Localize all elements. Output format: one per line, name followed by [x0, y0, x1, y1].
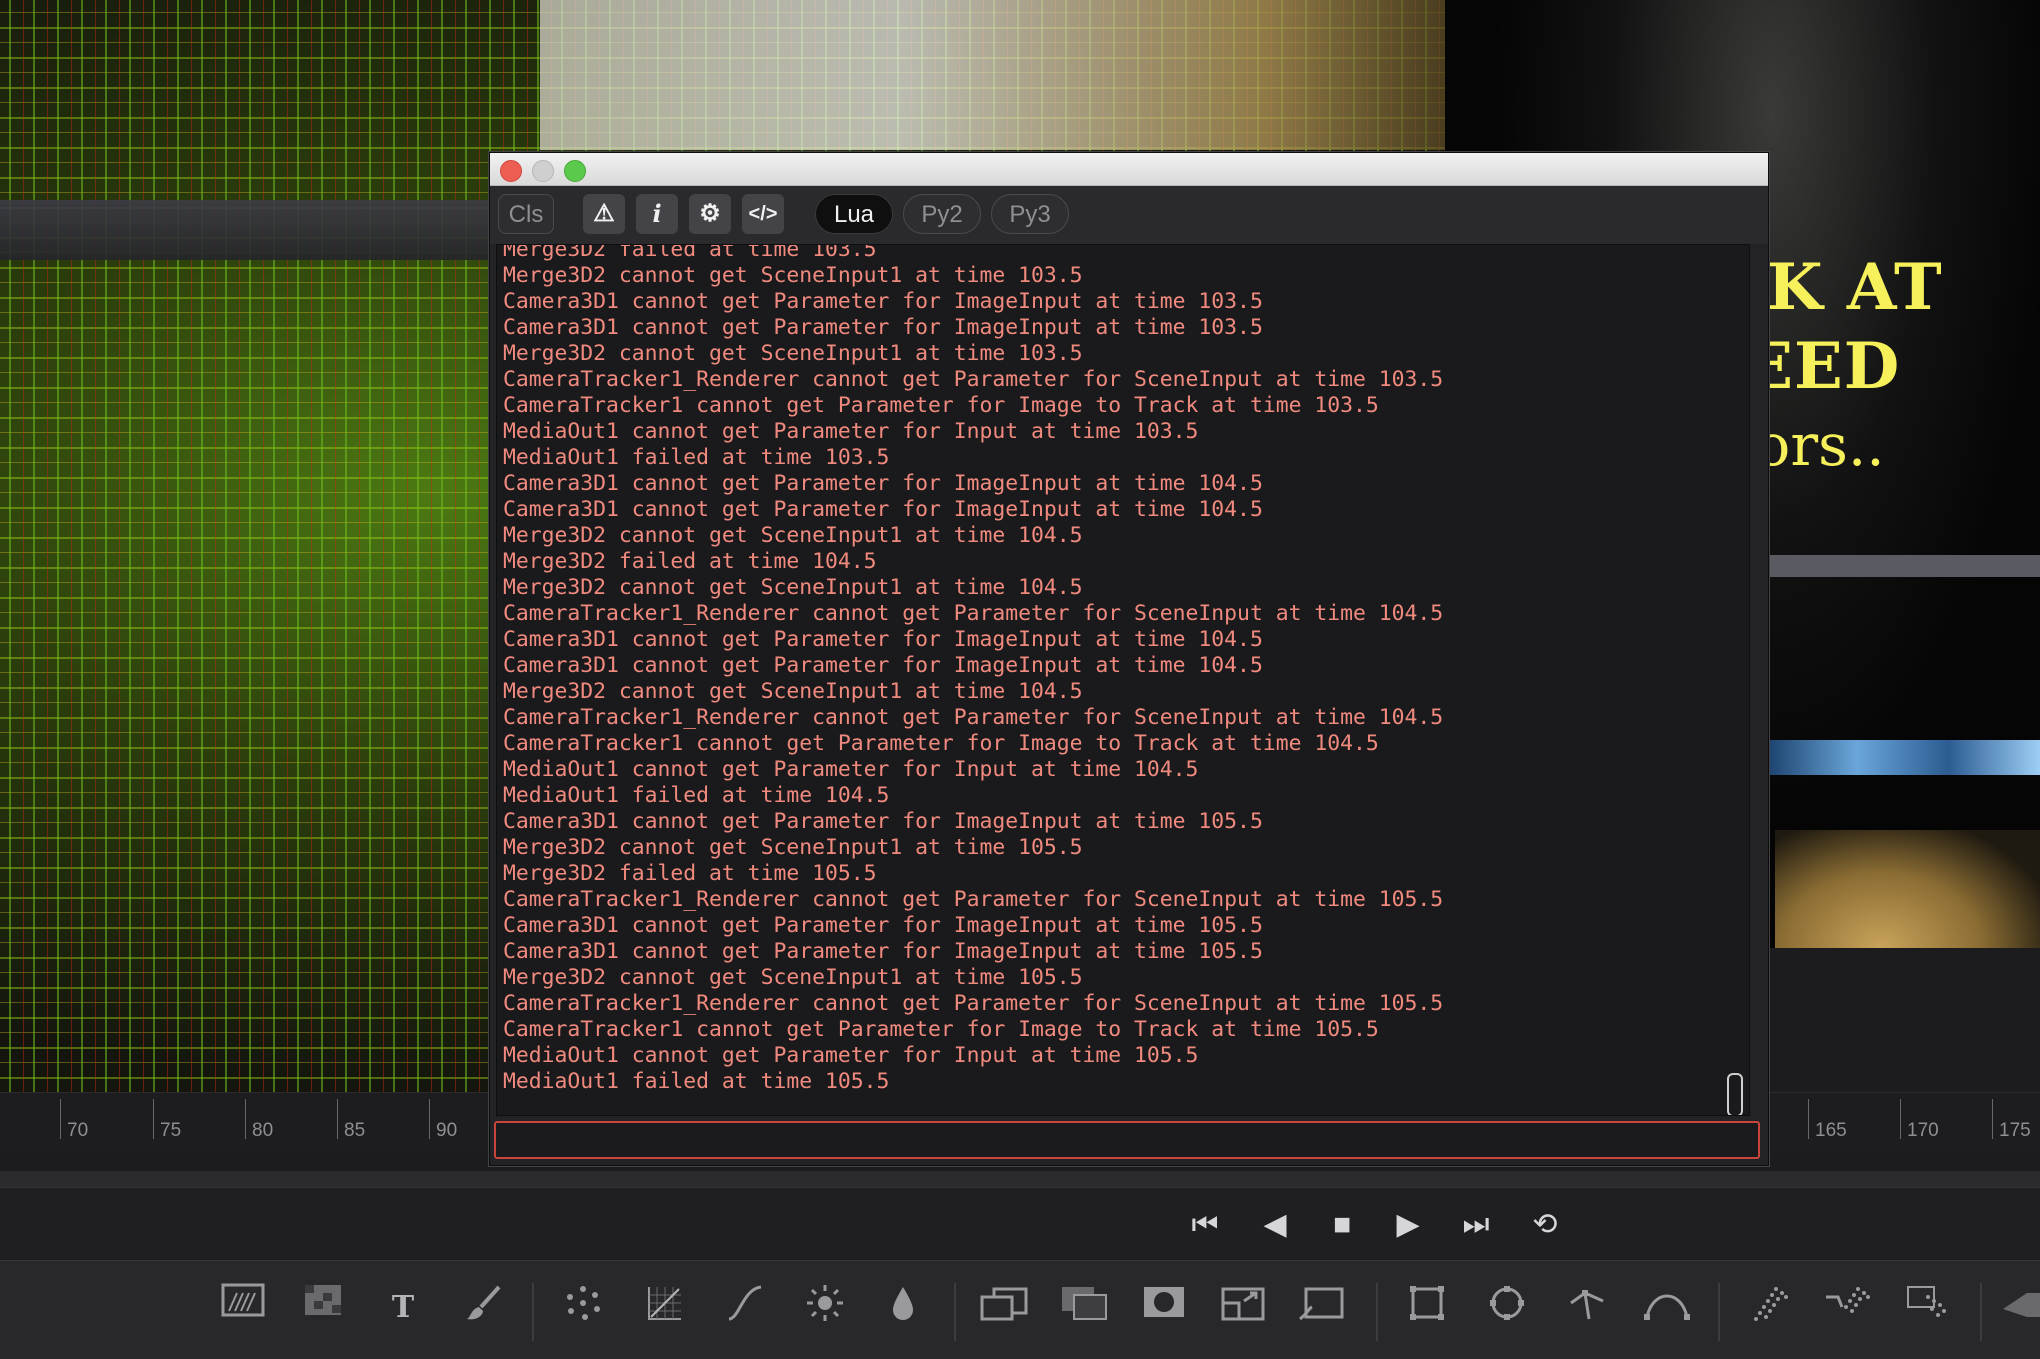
ruler-tick-label: 90 — [429, 1099, 457, 1141]
console-log-line: Camera3D1 cannot get Parameter for Image… — [503, 913, 1263, 938]
console-log-line: Merge3D2 failed at time 104.5 — [503, 549, 877, 574]
background-tool-icon[interactable] — [218, 1283, 268, 1333]
particles-tool-icon[interactable] — [558, 1283, 608, 1333]
merge-tool-icon[interactable] — [978, 1283, 1028, 1333]
color-curves-tool-icon[interactable] — [640, 1283, 690, 1333]
point-cloud-tool-icon[interactable] — [1744, 1283, 1794, 1333]
ruler-tick-label: 170 — [1900, 1099, 1939, 1141]
viewer-left-image-band — [0, 200, 500, 260]
console-log-list: Merge3D2 failed at time 103.5 Merge3D2 ca… — [503, 244, 1444, 1095]
console-log-line: CameraTracker1_Renderer cannot get Param… — [503, 601, 1444, 626]
ruler-tick-label: 70 — [60, 1099, 88, 1141]
step-back-icon[interactable]: ◀ — [1253, 1205, 1297, 1245]
ruler-tick-label: 80 — [245, 1099, 273, 1141]
console-log-line: Camera3D1 cannot get Parameter for Image… — [503, 289, 1263, 314]
viewer-right-image-lights — [1765, 740, 2040, 775]
timeline-scrollbar[interactable] — [0, 1171, 2040, 1187]
script-icon[interactable]: </> — [742, 194, 784, 234]
transport-bar: ⏮ ◀ ■ ▶ ⏭ ⟲ — [0, 1187, 2040, 1260]
console-log-line: CameraTracker1 cannot get Parameter for … — [503, 1017, 1379, 1042]
console-input-field[interactable] — [494, 1121, 1760, 1159]
console-log-line: CameraTracker1_Renderer cannot get Param… — [503, 367, 1444, 392]
go-to-end-icon[interactable]: ⏭ — [1454, 1205, 1498, 1245]
viewer-right-image-band — [1765, 555, 2040, 577]
matte-control-tool-icon[interactable] — [1138, 1283, 1188, 1333]
console-log-line: Merge3D2 cannot get SceneInput1 at time … — [503, 965, 1083, 990]
clear-screen-button[interactable]: Cls — [498, 194, 554, 234]
console-log-line: Merge3D2 cannot get SceneInput1 at time … — [503, 679, 1083, 704]
console-log-line: MediaOut1 cannot get Parameter for Input… — [503, 757, 1199, 782]
console-log-line: Merge3D2 cannot get SceneInput1 at time … — [503, 523, 1083, 548]
planar-tracker-tool-icon[interactable] — [1904, 1283, 1954, 1333]
minimize-window-icon[interactable] — [532, 160, 554, 182]
console-log-line: Camera3D1 cannot get Parameter for Image… — [503, 471, 1263, 496]
text-tool-icon[interactable]: T — [378, 1283, 428, 1333]
console-log-line: CameraTracker1_Renderer cannot get Param… — [503, 887, 1444, 912]
stop-icon[interactable]: ■ — [1320, 1205, 1364, 1245]
console-log-line: Camera3D1 cannot get Parameter for Image… — [503, 315, 1263, 340]
ruler-tick-label: 75 — [153, 1099, 181, 1141]
curves-tool-icon[interactable] — [720, 1283, 770, 1333]
console-toolbar: Cls ⚠ i ⚙ </> Lua Py2 Py3 — [490, 186, 1768, 244]
rectangle-mask-icon[interactable] — [1402, 1283, 1452, 1333]
console-log-line: Merge3D2 cannot get SceneInput1 at time … — [503, 263, 1083, 288]
zoom-window-icon[interactable] — [564, 160, 586, 182]
viewer-left-image-top — [540, 0, 1445, 150]
go-to-start-icon[interactable]: ⏮ — [1183, 1205, 1227, 1245]
fast-noise-tool-icon[interactable] — [298, 1283, 348, 1333]
resize-tool-icon[interactable] — [1218, 1283, 1268, 1333]
console-log-line: Camera3D1 cannot get Parameter for Image… — [503, 809, 1263, 834]
brightness-tool-icon[interactable] — [800, 1283, 850, 1333]
polygon-mask-icon[interactable] — [1562, 1283, 1612, 1333]
bspline-mask-icon[interactable] — [1642, 1283, 1692, 1333]
console-titlebar[interactable] — [490, 153, 1768, 186]
console-log-line: Camera3D1 cannot get Parameter for Image… — [503, 653, 1263, 678]
console-scrollbar-thumb[interactable] — [1727, 1073, 1743, 1115]
console-log-line: MediaOut1 failed at time 104.5 — [503, 783, 890, 808]
ellipse-mask-icon[interactable] — [1482, 1283, 1532, 1333]
console-log-line: CameraTracker1_Renderer cannot get Param… — [503, 705, 1444, 730]
ruler-tick-label: 165 — [1808, 1099, 1847, 1141]
console-log-line: MediaOut1 cannot get Parameter for Input… — [503, 1043, 1199, 1068]
ruler-tick-label: 175 — [1992, 1099, 2031, 1141]
dissolve-tool-icon[interactable] — [1058, 1283, 1108, 1333]
ruler-tick-label: 85 — [337, 1099, 365, 1141]
warning-filter-icon[interactable]: ⚠ — [583, 194, 625, 234]
paint-tool-icon[interactable] — [458, 1283, 508, 1333]
transform-tool-icon[interactable] — [1298, 1283, 1348, 1333]
console-log-line: MediaOut1 failed at time 105.5 — [503, 1069, 890, 1094]
info-filter-icon[interactable]: i — [636, 194, 678, 234]
py2-language-button[interactable]: Py2 — [903, 194, 981, 234]
tracker-tool-icon[interactable] — [1824, 1283, 1874, 1333]
tools-toolbar: T — [0, 1260, 2040, 1359]
close-window-icon[interactable] — [500, 160, 522, 182]
console-log-line: Camera3D1 cannot get Parameter for Image… — [503, 497, 1263, 522]
settings-icon[interactable]: ⚙ — [689, 194, 731, 234]
console-log-line: Merge3D2 cannot get SceneInput1 at time … — [503, 835, 1083, 860]
play-icon[interactable]: ▶ — [1386, 1205, 1430, 1245]
console-log-line: Camera3D1 cannot get Parameter for Image… — [503, 627, 1263, 652]
console-output[interactable]: Merge3D2 failed at time 103.5 Merge3D2 ca… — [496, 244, 1750, 1116]
console-window[interactable]: Cls ⚠ i ⚙ </> Lua Py2 Py3 Merge3D2 faile… — [489, 152, 1769, 1166]
console-log-line: Merge3D2 failed at time 105.5 — [503, 861, 877, 886]
console-log-line: CameraTracker1 cannot get Parameter for … — [503, 731, 1379, 756]
console-log-line: CameraTracker1_Renderer cannot get Param… — [503, 991, 1444, 1016]
console-log-line: Merge3D2 cannot get SceneInput1 at time … — [503, 341, 1083, 366]
console-log-line: Merge3D2 cannot get SceneInput1 at time … — [503, 575, 1083, 600]
py3-language-button[interactable]: Py3 — [991, 194, 1069, 234]
loop-icon[interactable]: ⟲ — [1523, 1205, 1567, 1245]
lua-language-button[interactable]: Lua — [815, 194, 893, 234]
console-log-line: CameraTracker1 cannot get Parameter for … — [503, 393, 1379, 418]
viewer-right-image-object — [1775, 830, 2040, 948]
camera-3d-tool-icon[interactable] — [1996, 1283, 2040, 1333]
console-log-line: Merge3D2 failed at time 103.5 — [503, 244, 877, 262]
console-log-line: Camera3D1 cannot get Parameter for Image… — [503, 939, 1263, 964]
console-log-line: MediaOut1 failed at time 103.5 — [503, 445, 890, 470]
console-log-line: MediaOut1 cannot get Parameter for Input… — [503, 419, 1199, 444]
color-correct-tool-icon[interactable] — [878, 1283, 928, 1333]
